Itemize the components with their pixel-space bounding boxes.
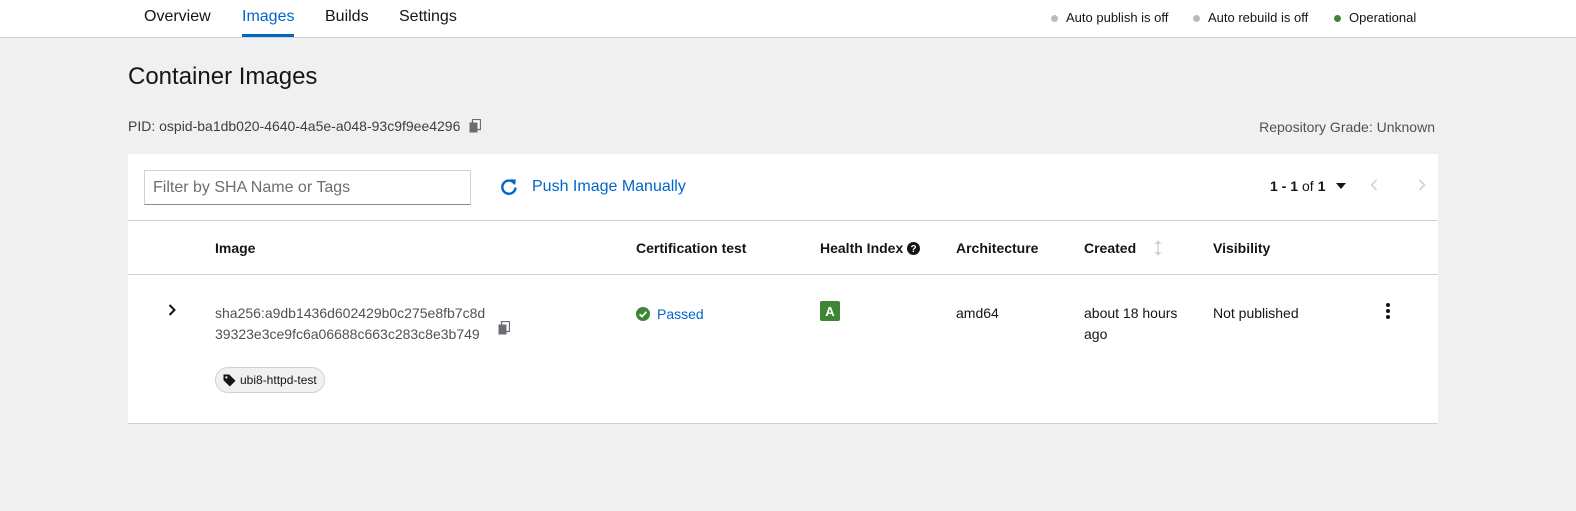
tag-icon <box>223 374 236 386</box>
angle-right-icon <box>1418 179 1426 191</box>
toolbar: Push Image Manually 1 - 1 of 1 <box>128 154 1438 221</box>
image-sha: sha256:a9db1436d602429b0c275e8fb7c8d3932… <box>215 305 486 342</box>
column-health-label: Health Index <box>820 240 904 256</box>
copy-icon <box>469 119 482 133</box>
tab-images[interactable]: Images <box>242 0 295 37</box>
column-architecture-label: Architecture <box>956 240 1039 256</box>
image-tag-label: ubi8-httpd-test <box>240 373 317 387</box>
auto-rebuild-label: Auto rebuild is off <box>1208 10 1309 25</box>
caret-down-icon <box>1335 183 1346 189</box>
pagination-of: of <box>1302 178 1314 194</box>
push-image-button[interactable]: Push Image Manually <box>500 174 686 200</box>
column-image-label: Image <box>215 240 256 256</box>
angle-left-icon <box>1370 179 1378 191</box>
image-tag-chip: ubi8-httpd-test <box>215 367 325 393</box>
ellipsis-v-icon <box>1386 303 1390 319</box>
visibility-value: Not published <box>1213 305 1299 321</box>
copy-sha-button[interactable] <box>498 321 510 335</box>
pagination-toggle[interactable] <box>1335 183 1346 189</box>
column-certification-label: Certification test <box>636 240 747 256</box>
column-visibility: Visibility <box>1213 239 1270 257</box>
sort-icon[interactable] <box>1154 240 1162 256</box>
copy-pid-button[interactable] <box>469 119 482 133</box>
tab-settings[interactable]: Settings <box>399 0 457 37</box>
tab-builds[interactable]: Builds <box>325 0 369 37</box>
angle-right-icon <box>168 304 176 316</box>
auto-publish-status: Auto publish is off <box>1051 10 1168 26</box>
filter-input[interactable] <box>144 170 471 205</box>
tab-overview[interactable]: Overview <box>144 0 211 37</box>
column-image: Image <box>215 239 255 257</box>
pagination-summary: 1 - 1 of 1 <box>1270 176 1346 196</box>
auto-publish-label: Auto publish is off <box>1066 10 1169 25</box>
operational-status: Operational <box>1334 10 1416 26</box>
next-page-button[interactable] <box>1418 179 1426 191</box>
status-dot-icon <box>1334 14 1341 22</box>
row-actions-menu[interactable] <box>1385 302 1391 320</box>
pid-line: PID: ospid-ba1db020-4640-4a5e-a048-93c9f… <box>128 117 482 135</box>
certification-status-link[interactable]: Passed <box>636 303 704 324</box>
top-tab-bar: Overview Images Builds Settings Auto pub… <box>0 0 1576 38</box>
question-circle-icon[interactable]: ? <box>907 241 921 255</box>
push-image-label: Push Image Manually <box>532 178 686 195</box>
status-dot-icon <box>1193 14 1200 22</box>
status-dot-icon <box>1051 14 1058 22</box>
certification-status-label: Passed <box>657 305 704 322</box>
column-certification-test: Certification test <box>636 239 746 257</box>
svg-text:?: ? <box>911 244 917 255</box>
row-expand-button[interactable] <box>168 304 176 316</box>
images-panel: Push Image Manually 1 - 1 of 1 Imag <box>128 154 1438 424</box>
check-circle-icon <box>636 306 650 321</box>
operational-label: Operational <box>1349 10 1417 25</box>
pid-text: PID: ospid-ba1db020-4640-4a5e-a048-93c9f… <box>128 118 461 134</box>
copy-icon <box>498 321 510 335</box>
table-header: Image Certification test Health Index ? … <box>128 221 1438 275</box>
column-created-label: Created <box>1084 240 1137 256</box>
created-value: about 18 hours ago <box>1084 305 1178 342</box>
pagination-range: 1 - 1 <box>1270 178 1299 194</box>
column-architecture: Architecture <box>956 239 1038 257</box>
health-index-badge: A <box>820 301 840 321</box>
column-health-index: Health Index ? <box>820 239 921 257</box>
architecture-value: amd64 <box>956 305 999 321</box>
column-created[interactable]: Created <box>1084 239 1162 257</box>
auto-rebuild-status: Auto rebuild is off <box>1193 10 1308 26</box>
repository-grade: Repository Grade: Unknown <box>1259 119 1435 135</box>
sync-icon <box>501 179 517 195</box>
pagination-total: 1 <box>1317 178 1326 194</box>
previous-page-button[interactable] <box>1370 179 1378 191</box>
column-visibility-label: Visibility <box>1213 240 1271 256</box>
page-title: Container Images <box>128 63 318 90</box>
